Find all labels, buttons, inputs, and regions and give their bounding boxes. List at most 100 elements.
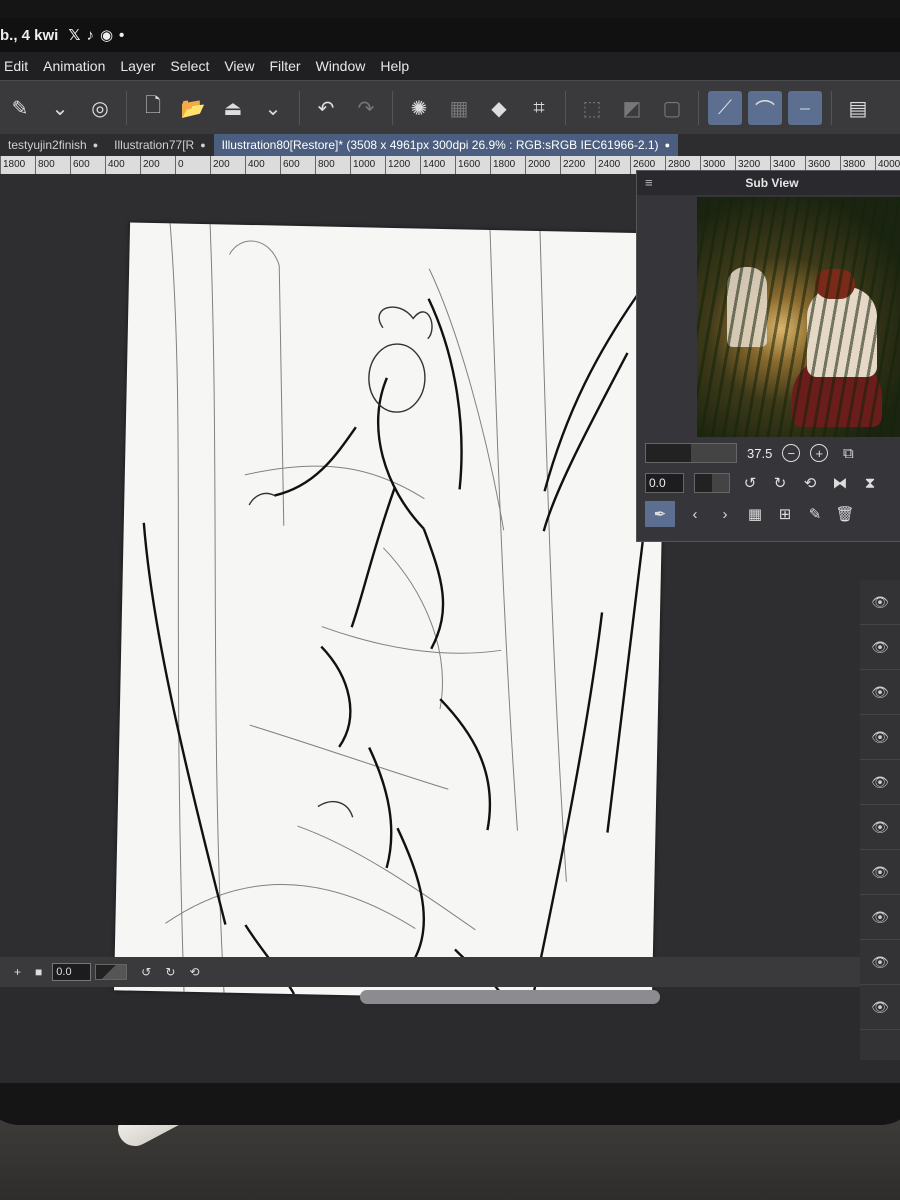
ruler-tick: 2200 xyxy=(560,156,595,174)
tab-document-active[interactable]: Illustration80[Restore]* (3508 x 4961px … xyxy=(213,134,678,156)
chevron-down-icon[interactable]: ⌄ xyxy=(256,91,290,125)
rotate-right-icon[interactable]: ↻ xyxy=(165,965,175,979)
menu-filter[interactable]: Filter xyxy=(269,58,300,74)
tab-document[interactable]: Illustration77[R ● xyxy=(106,138,213,152)
status-title: b., 4 kwi xyxy=(0,26,59,44)
zoom-out-icon[interactable]: − xyxy=(782,444,801,462)
loading-icon[interactable]: ✺ xyxy=(402,91,436,125)
tab-document[interactable]: testyujin2finish ● xyxy=(0,138,106,152)
stop-icon[interactable]: ■ xyxy=(35,965,42,979)
redo-icon[interactable]: ↷ xyxy=(349,91,383,125)
ruler-tick: 1600 xyxy=(455,156,490,174)
ruler-tick: 400 xyxy=(245,156,280,174)
reset-rotation-icon[interactable]: ⟲ xyxy=(800,473,820,493)
tiktok-icon: ♪ xyxy=(86,26,94,44)
visibility-eye-icon[interactable]: 👁 xyxy=(860,940,900,985)
ruler-tick: 0 xyxy=(175,156,210,174)
rotate-left-icon[interactable]: ↺ xyxy=(141,965,151,979)
visibility-eye-icon[interactable]: 👁 xyxy=(860,625,900,670)
open-folder-icon[interactable]: 📂 xyxy=(176,91,210,125)
selection-border-icon[interactable]: ▢ xyxy=(655,91,689,125)
visibility-eye-icon[interactable]: 👁 xyxy=(860,985,900,1030)
ruler-tick: 1800 xyxy=(0,156,35,174)
tab-label: testyujin2finish xyxy=(8,138,87,152)
divider xyxy=(565,91,566,125)
zoom-slider[interactable] xyxy=(645,443,737,463)
invert-selection-icon[interactable]: ◩ xyxy=(615,91,649,125)
visibility-eye-icon[interactable]: 👁 xyxy=(860,760,900,805)
visibility-eye-icon[interactable]: 👁 xyxy=(860,895,900,940)
rotate-left-icon[interactable]: ↺ xyxy=(740,473,760,493)
reset-rotation-icon[interactable]: ⟲ xyxy=(189,965,199,979)
angle-field[interactable]: 0.0 xyxy=(52,963,92,981)
visibility-eye-icon[interactable]: 👁 xyxy=(860,670,900,715)
visibility-eye-icon[interactable]: 👁 xyxy=(860,850,900,895)
visibility-eye-icon[interactable]: 👁 xyxy=(860,715,900,760)
ruler-tick: 200 xyxy=(140,156,175,174)
divider xyxy=(831,91,832,125)
deselect-icon[interactable]: ⬚ xyxy=(575,91,609,125)
clear-icon[interactable]: ▦ xyxy=(442,91,476,125)
rotate-right-icon[interactable]: ↻ xyxy=(770,473,790,493)
sub-view-header: ≡ Sub View xyxy=(637,171,900,195)
device-icon[interactable]: ▤ xyxy=(841,91,875,125)
rotation-slider[interactable] xyxy=(694,473,730,493)
menu-edit[interactable]: Edit xyxy=(4,58,28,74)
fill-icon[interactable]: ◆ xyxy=(482,91,516,125)
undo-icon[interactable]: ↶ xyxy=(309,91,343,125)
menu-bar: Edit Animation Layer Select View Filter … xyxy=(0,52,900,80)
visibility-eye-icon[interactable]: 👁 xyxy=(860,580,900,625)
next-image-icon[interactable]: › xyxy=(715,504,735,524)
divider xyxy=(392,91,393,125)
unsaved-dot-icon: ● xyxy=(200,140,206,150)
menu-animation[interactable]: Animation xyxy=(43,58,105,74)
ruler-tick: 800 xyxy=(315,156,350,174)
reference-foliage xyxy=(697,197,900,437)
line-icon[interactable]: ⎯ xyxy=(788,91,822,125)
previous-image-icon[interactable]: ‹ xyxy=(685,504,705,524)
unsaved-dot-icon: ● xyxy=(92,140,99,150)
rotation-row: 0.0 ↺ ↻ ⟲ ⧓ ⧗ xyxy=(645,473,880,493)
divider xyxy=(126,91,127,125)
angle-slider[interactable] xyxy=(95,964,128,980)
flip-horizontal-icon[interactable]: ⧓ xyxy=(830,473,850,493)
edit-image-icon[interactable]: ✎ xyxy=(805,504,825,524)
chevron-down-icon[interactable]: ⌄ xyxy=(43,91,77,125)
menu-select[interactable]: Select xyxy=(170,58,209,74)
menu-window[interactable]: Window xyxy=(316,58,366,74)
horizontal-scrollbar[interactable] xyxy=(360,990,660,1004)
command-bar: ✎ ⌄ ◎ 🗋 📂 ⏏ ⌄ ↶ ↷ ✺ ▦ ◆ ⌗ ⬚ ◩ ▢ ⟋ ⌒ ⎯ ▤ xyxy=(0,80,900,135)
drawing-canvas[interactable] xyxy=(114,222,668,1002)
new-file-icon[interactable]: 🗋 xyxy=(136,91,170,125)
fit-view-icon[interactable]: ⧉ xyxy=(838,443,858,463)
visibility-eye-icon[interactable]: 👁 xyxy=(860,805,900,850)
add-icon[interactable]: + xyxy=(14,965,21,979)
flip-vertical-icon[interactable]: ⧗ xyxy=(860,473,880,493)
zoom-in-icon[interactable]: + xyxy=(810,444,829,462)
menu-help[interactable]: Help xyxy=(380,58,409,74)
app-icon[interactable]: ◎ xyxy=(83,91,117,125)
layer-panel: 👁 👁 👁 👁 👁 👁 👁 👁 👁 👁 xyxy=(860,580,900,1060)
eyedropper-icon[interactable]: ✒ xyxy=(645,501,675,527)
reference-image[interactable] xyxy=(697,197,900,437)
delete-icon[interactable]: 🗑 xyxy=(835,504,855,524)
rotation-field[interactable]: 0.0 xyxy=(645,473,684,493)
import-image-icon[interactable]: ⊞ xyxy=(775,504,795,524)
brush-stroke-icon[interactable]: ⌒ xyxy=(748,91,782,125)
ruler-tick: 200 xyxy=(210,156,245,174)
sub-view-title: Sub View xyxy=(745,176,799,190)
unsaved-dot-icon: ● xyxy=(664,140,670,150)
menu-layer[interactable]: Layer xyxy=(120,58,155,74)
status-icons: 𝕏 ♪ ◉ • xyxy=(68,26,124,45)
pen-ruler-icon[interactable]: ⟋ xyxy=(708,91,742,125)
transform-icon[interactable]: ⌗ xyxy=(522,91,556,125)
ruler-tick: 600 xyxy=(70,156,105,174)
grid-icon[interactable]: ▦ xyxy=(745,504,765,524)
zoom-row: 37.5 − + ⧉ xyxy=(645,443,858,463)
brush-tool-icon[interactable]: ✎ xyxy=(3,91,37,125)
zoom-value: 37.5 xyxy=(747,445,773,461)
panel-menu-icon[interactable]: ≡ xyxy=(645,175,653,190)
menu-view[interactable]: View xyxy=(224,58,254,74)
x-logo-icon: 𝕏 xyxy=(68,27,81,44)
save-icon[interactable]: ⏏ xyxy=(216,91,250,125)
